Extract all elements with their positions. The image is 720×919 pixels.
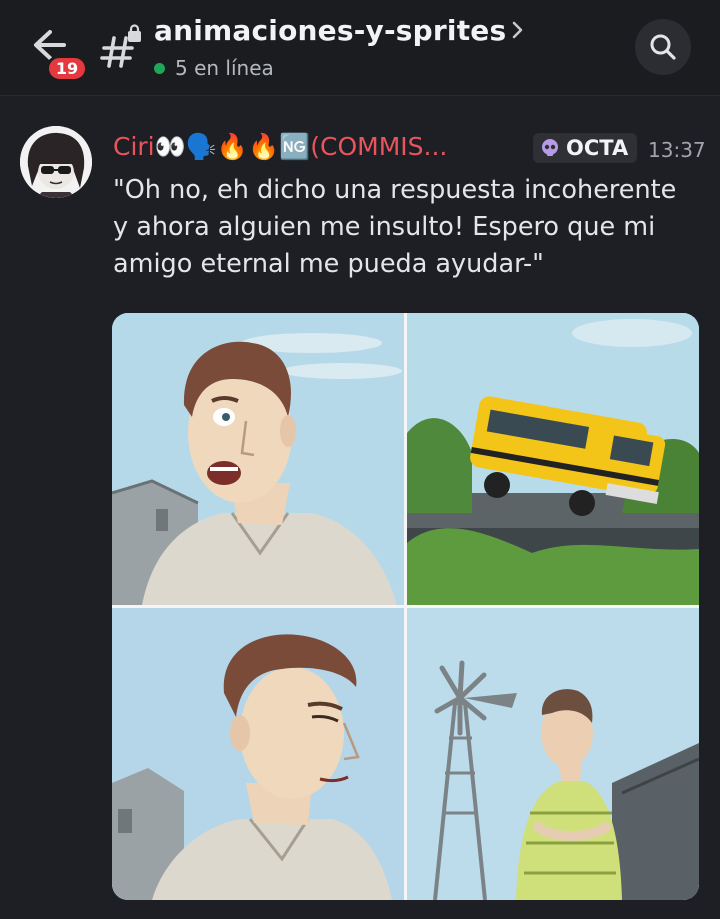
image-attachment[interactable] [112,313,699,900]
role-tag-label: OCTA [566,136,629,160]
online-count: 5 en línea [175,56,274,80]
online-dot-icon [154,62,165,74]
username[interactable]: Ciri👀🗣️🔥🔥🆖(COMMIS... [113,132,447,162]
message-line: "Oh no, eh dicho una respuesta incoheren… [113,175,677,205]
message-header: Ciri👀🗣️🔥🔥🆖(COMMIS... OCTA 13:37 [113,132,706,168]
panel-top-right [407,313,699,605]
channel-name[interactable]: animaciones-y-sprites [154,14,506,47]
role-tag[interactable]: OCTA [533,133,638,163]
message-content: "Oh no, eh dicho una respuesta incoheren… [113,172,713,283]
locked-channel-icon [100,24,144,70]
search-icon [650,34,676,60]
panel-bottom-left [112,608,404,900]
unread-badge: 19 [46,55,88,82]
avatar[interactable] [20,126,92,198]
comic-image [112,313,699,900]
panel-top-left [112,313,404,605]
channel-header: 19 animaciones-y-sprites 5 en línea [0,0,720,96]
online-status: 5 en línea [154,56,274,80]
skull-icon [542,139,558,156]
message-line: y ahora alguien me insulto! Espero que m… [113,212,656,242]
panel-bottom-right [407,608,699,900]
timestamp: 13:37 [648,138,706,162]
search-button[interactable] [635,19,691,75]
chevron-right-icon[interactable] [510,18,526,42]
message-line: amigo eternal me pueda ayudar-" [113,249,544,279]
